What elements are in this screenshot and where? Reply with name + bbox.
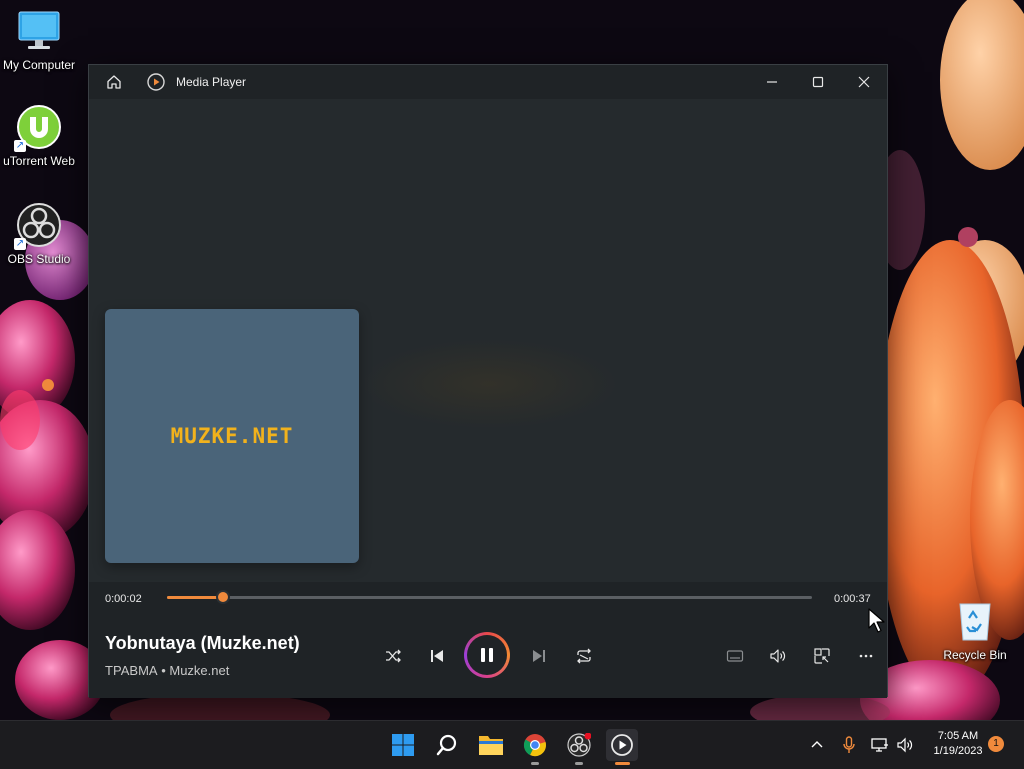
volume-icon (770, 649, 786, 663)
media-player-taskbar-button[interactable] (606, 729, 638, 761)
obs-icon (567, 733, 591, 757)
clock-date: 1/19/2023 (933, 745, 983, 757)
obs-icon: ↗ (14, 202, 62, 250)
chrome-running-indicator (531, 762, 539, 765)
seek-bar-progress (167, 596, 224, 599)
taskbar: 7:05 AM 1/19/2023 (0, 720, 1024, 769)
minimize-icon (767, 81, 777, 83)
monitor-icon (16, 8, 62, 54)
maximize-icon (812, 76, 824, 88)
shortcut-arrow-icon: ↗ (14, 238, 26, 250)
media-player-active-indicator (615, 762, 630, 765)
background-glow (359, 339, 619, 429)
repeat-icon (577, 648, 591, 664)
next-button[interactable] (527, 644, 551, 668)
more-options-button[interactable] (854, 644, 878, 668)
media-player-icon (611, 734, 633, 756)
microphone-icon (843, 736, 855, 753)
desktop-icon-utorrent[interactable]: ↗ uTorrent Web (0, 104, 78, 168)
seek-bar-thumb[interactable] (216, 590, 231, 604)
home-icon (107, 75, 121, 89)
previous-icon (431, 650, 443, 662)
file-explorer-icon (479, 736, 503, 755)
shortcut-arrow-icon: ↗ (14, 140, 26, 152)
album-art-text: MUZKE.NET (170, 424, 294, 448)
seek-bar[interactable] (167, 590, 812, 604)
mini-player-button[interactable] (810, 644, 834, 668)
more-options-icon (859, 654, 873, 658)
taskbar-search-button[interactable] (431, 729, 463, 761)
obs-running-indicator (575, 762, 583, 765)
chrome-icon (523, 734, 546, 757)
taskbar-clock[interactable]: 7:05 AM 1/19/2023 (920, 729, 996, 759)
network-icon (871, 738, 888, 752)
desktop-icon-recycle-bin[interactable]: Recycle Bin (936, 598, 1014, 662)
close-button[interactable] (841, 65, 887, 99)
show-hidden-icons-button[interactable] (806, 729, 828, 761)
now-playing-area: MUZKE.NET (89, 99, 887, 582)
microphone-button[interactable] (838, 729, 860, 761)
file-explorer-button[interactable] (475, 729, 507, 761)
mini-player-icon (814, 648, 830, 664)
network-button[interactable] (869, 729, 891, 761)
play-circle-icon (147, 73, 165, 91)
desktop-icon-label: Recycle Bin (943, 648, 1007, 662)
minimize-button[interactable] (749, 65, 795, 99)
desktop-icon-obs[interactable]: ↗ OBS Studio (0, 202, 78, 266)
previous-button[interactable] (425, 644, 449, 668)
pause-icon (481, 648, 493, 662)
track-title: Yobnutaya (Muzke.net) (105, 633, 300, 653)
chrome-button[interactable] (519, 729, 551, 761)
maximize-button[interactable] (795, 65, 841, 99)
start-button[interactable] (387, 729, 419, 761)
home-button[interactable] (91, 65, 137, 99)
repeat-button[interactable] (572, 644, 596, 668)
title-bar[interactable]: Media Player (89, 65, 887, 99)
volume-button[interactable] (766, 644, 790, 668)
next-icon (533, 650, 545, 662)
shuffle-button[interactable] (381, 644, 405, 668)
close-icon (858, 76, 870, 88)
speaker-icon (897, 737, 913, 753)
elapsed-time: 0:00:02 (105, 593, 142, 605)
desktop-icon-label: OBS Studio (7, 252, 71, 266)
volume-tray-button[interactable] (894, 729, 916, 761)
recycle-bin-icon (952, 598, 998, 644)
notification-badge[interactable]: 1 (988, 736, 1004, 752)
album-art: MUZKE.NET (105, 309, 359, 563)
obs-taskbar-button[interactable] (563, 729, 595, 761)
desktop-icon-my-computer[interactable]: My Computer (0, 8, 78, 72)
pause-button[interactable] (464, 632, 510, 678)
shuffle-icon (386, 649, 401, 663)
windows-start-icon (392, 734, 414, 756)
captions-icon (726, 650, 744, 662)
chevron-up-icon (811, 741, 823, 748)
mouse-cursor (868, 608, 885, 633)
media-player-window: Media Player MUZKE.NET 0:00:02 0:00:37 Y… (88, 64, 888, 698)
search-icon (436, 734, 457, 756)
utorrent-icon: ↗ (14, 104, 62, 152)
desktop-icon-label: My Computer (2, 58, 76, 72)
track-artist: ТРАВМА • Muzke.net (105, 663, 230, 678)
clock-time: 7:05 AM (937, 730, 979, 742)
window-title: Media Player (176, 75, 247, 89)
total-duration: 0:00:37 (834, 593, 871, 605)
captions-button[interactable] (723, 644, 747, 668)
desktop-icon-label: uTorrent Web (3, 154, 75, 168)
